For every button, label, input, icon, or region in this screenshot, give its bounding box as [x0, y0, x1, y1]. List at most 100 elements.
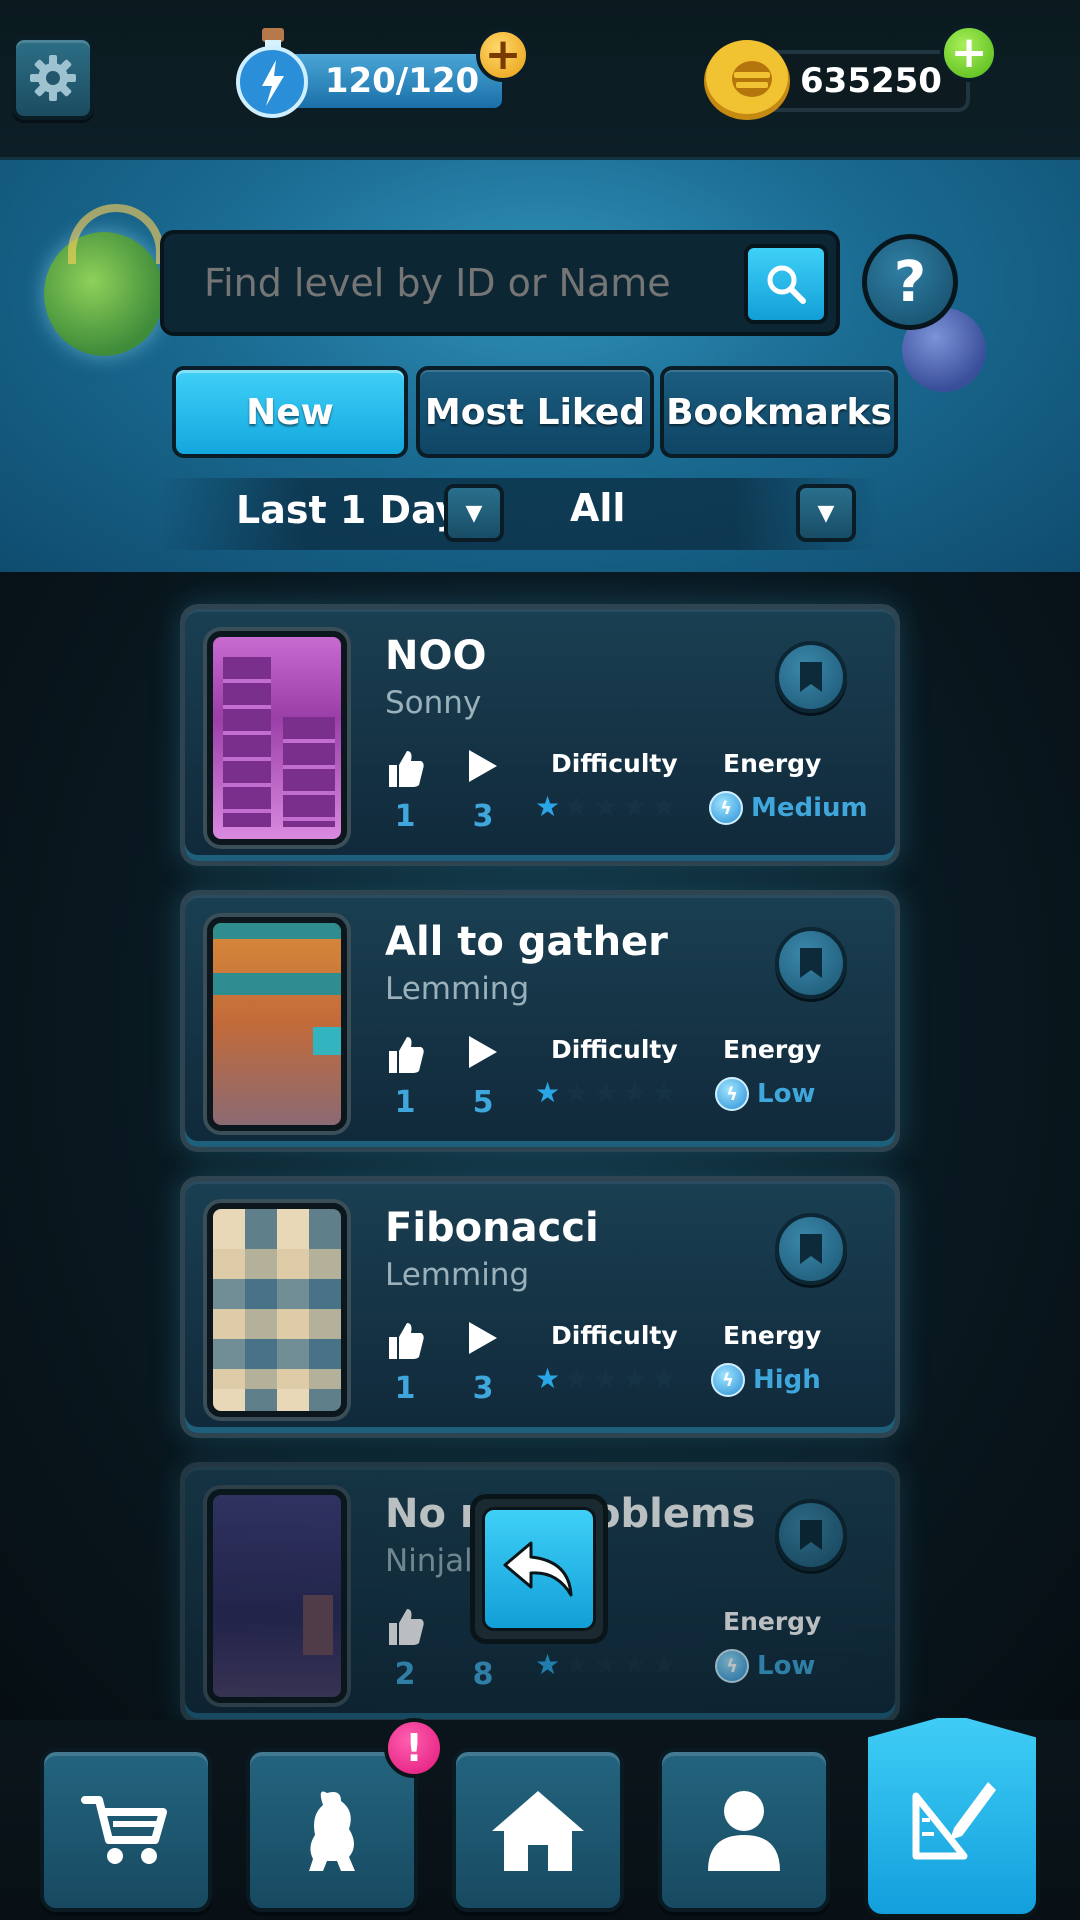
time-filter-value: Last 1 Day	[236, 488, 461, 532]
star-icon: ★	[622, 1648, 648, 1681]
star-icon: ★	[593, 1362, 619, 1395]
star-icon: ★	[564, 790, 590, 823]
star-icon: ★	[622, 790, 648, 823]
nav-home-button[interactable]	[452, 1748, 624, 1912]
like-count: 1	[394, 1371, 416, 1406]
search-bar	[160, 230, 840, 336]
star-icon: ★	[622, 1362, 648, 1395]
level-title: Fibonacci	[385, 1205, 599, 1251]
energy-cost-value: Medium	[751, 793, 868, 823]
star-icon: ★	[593, 790, 619, 823]
star-icon: ★	[564, 1648, 590, 1681]
tab-new[interactable]: New	[172, 366, 408, 458]
thumbs-up-icon	[389, 1323, 424, 1359]
question-icon: ?	[893, 249, 927, 315]
bookmark-button[interactable]	[775, 1499, 847, 1571]
bookmark-icon	[800, 1520, 822, 1550]
level-title: All to gather	[385, 919, 668, 965]
chevron-down-icon: ▼	[465, 500, 483, 526]
level-card[interactable]: NOO Sonny 1 3 Difficulty ★ ★ ★ ★ ★ Energ…	[180, 604, 900, 866]
time-filter-select[interactable]: Last 1 Day ▼	[236, 484, 512, 546]
star-icon: ★	[651, 1362, 677, 1395]
level-list: NOO Sonny 1 3 Difficulty ★ ★ ★ ★ ★ Energ…	[0, 572, 1080, 1720]
time-filter-dropdown-button[interactable]: ▼	[444, 484, 504, 542]
level-thumbnail	[207, 1489, 347, 1703]
star-icon: ★	[593, 1076, 619, 1109]
settings-button[interactable]	[12, 36, 94, 120]
tab-bookmarks-label: Bookmarks	[666, 391, 892, 433]
back-button[interactable]	[470, 1494, 608, 1644]
star-icon: ★	[593, 1648, 619, 1681]
difficulty-stars: ★ ★ ★ ★ ★	[535, 1651, 677, 1679]
play-count: 3	[472, 799, 494, 834]
tab-most-liked[interactable]: Most Liked	[416, 366, 654, 458]
notification-badge: !	[384, 1718, 444, 1778]
energy-cost-value: High	[753, 1365, 821, 1395]
energy-cost: ϟ Low	[715, 1649, 815, 1683]
add-coins-button[interactable]: +	[940, 24, 998, 82]
level-author: Lemming	[385, 1257, 530, 1293]
nav-level-editor-button[interactable]	[864, 1714, 1040, 1918]
cart-icon	[81, 1796, 167, 1864]
gear-icon	[30, 55, 76, 101]
bookmark-icon	[800, 948, 822, 978]
energy-cost: ϟ High	[711, 1363, 821, 1397]
difficulty-stars: ★ ★ ★ ★ ★	[535, 1365, 677, 1393]
bookmark-button[interactable]	[775, 927, 847, 999]
undo-arrow-icon	[503, 1541, 573, 1597]
star-icon: ★	[651, 1076, 677, 1109]
bottom-nav: !	[0, 1714, 1080, 1920]
help-button[interactable]: ?	[862, 234, 958, 330]
type-filter-value: All	[570, 486, 626, 530]
star-icon: ★	[651, 1648, 677, 1681]
energy-bolt-icon: ϟ	[709, 791, 743, 825]
level-editor-icon	[912, 1782, 996, 1860]
level-author: Ninjal	[385, 1543, 473, 1579]
type-filter-dropdown-button[interactable]: ▼	[796, 484, 856, 542]
bookmark-icon	[800, 662, 822, 692]
bookmark-button[interactable]	[775, 641, 847, 713]
rainbow-decoration	[68, 204, 164, 264]
difficulty-label: Difficulty	[551, 1035, 678, 1064]
star-icon: ★	[535, 1648, 561, 1681]
filter-panel: ? New Most Liked Bookmarks Last 1 Day ▼ …	[0, 160, 1080, 572]
energy-cost-value: Low	[757, 1651, 816, 1681]
energy-label: Energy	[723, 1035, 822, 1064]
star-icon: ★	[651, 790, 677, 823]
level-thumbnail	[207, 631, 347, 845]
type-filter-select[interactable]: All ▼	[570, 484, 860, 546]
nav-characters-button[interactable]	[246, 1748, 418, 1912]
nav-profile-button[interactable]	[658, 1748, 830, 1912]
level-title: NOO	[385, 633, 487, 679]
tab-bookmarks[interactable]: Bookmarks	[660, 366, 898, 458]
energy-label: Energy	[723, 1607, 822, 1636]
level-card[interactable]: Fibonacci Lemming 1 3 Difficulty ★ ★ ★ ★…	[180, 1176, 900, 1438]
back-button-face	[482, 1507, 596, 1631]
star-icon: ★	[535, 1362, 561, 1395]
notification-badge-text: !	[405, 1726, 423, 1770]
chevron-down-icon: ▼	[817, 500, 835, 526]
level-title-tail: oblems	[593, 1491, 756, 1537]
search-input[interactable]	[164, 234, 734, 332]
search-icon	[767, 265, 806, 304]
level-author: Sonny	[385, 685, 482, 721]
character-icon	[309, 1791, 355, 1871]
level-thumbnail	[207, 917, 347, 1131]
energy-bolt-icon: ϟ	[711, 1363, 745, 1397]
energy-cost-value: Low	[757, 1079, 816, 1109]
bookmark-button[interactable]	[775, 1213, 847, 1285]
difficulty-label: Difficulty	[551, 749, 678, 778]
search-button[interactable]	[744, 244, 828, 324]
play-count: 5	[472, 1085, 494, 1120]
level-author: Lemming	[385, 971, 530, 1007]
thumbs-up-icon	[389, 1609, 424, 1645]
like-count: 1	[394, 1085, 416, 1120]
nav-shop-button[interactable]	[40, 1748, 212, 1912]
level-card[interactable]: All to gather Lemming 1 5 Difficulty ★ ★…	[180, 890, 900, 1152]
play-count: 8	[472, 1657, 494, 1692]
add-energy-button[interactable]: +	[476, 28, 530, 82]
star-icon: ★	[564, 1076, 590, 1109]
bookmark-icon	[800, 1234, 822, 1264]
user-icon	[708, 1791, 780, 1871]
tab-new-label: New	[246, 391, 334, 433]
